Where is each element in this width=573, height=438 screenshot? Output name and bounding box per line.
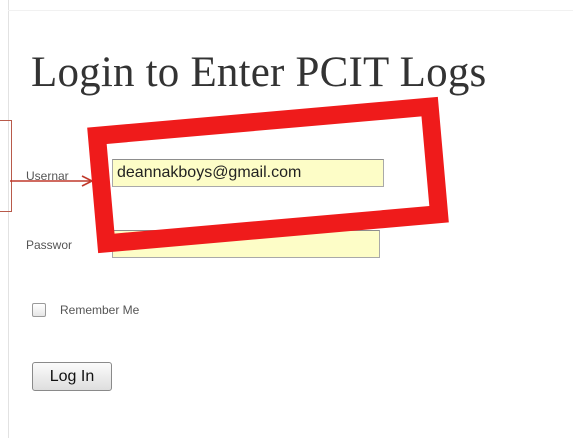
password-input[interactable] [112, 230, 380, 258]
page-top-border [8, 10, 573, 11]
page-left-border [8, 0, 9, 438]
remember-me-label: Remember Me [60, 303, 140, 317]
password-label: Passwor [26, 238, 73, 252]
username-input[interactable] [112, 159, 384, 187]
page-title: Login to Enter PCIT Logs [31, 49, 487, 96]
remember-me-row: Remember Me [32, 303, 139, 317]
log-in-button[interactable]: Log In [32, 362, 112, 391]
callout-box [0, 120, 12, 212]
remember-me-checkbox[interactable] [32, 303, 46, 317]
username-label: Usernar [26, 169, 69, 183]
